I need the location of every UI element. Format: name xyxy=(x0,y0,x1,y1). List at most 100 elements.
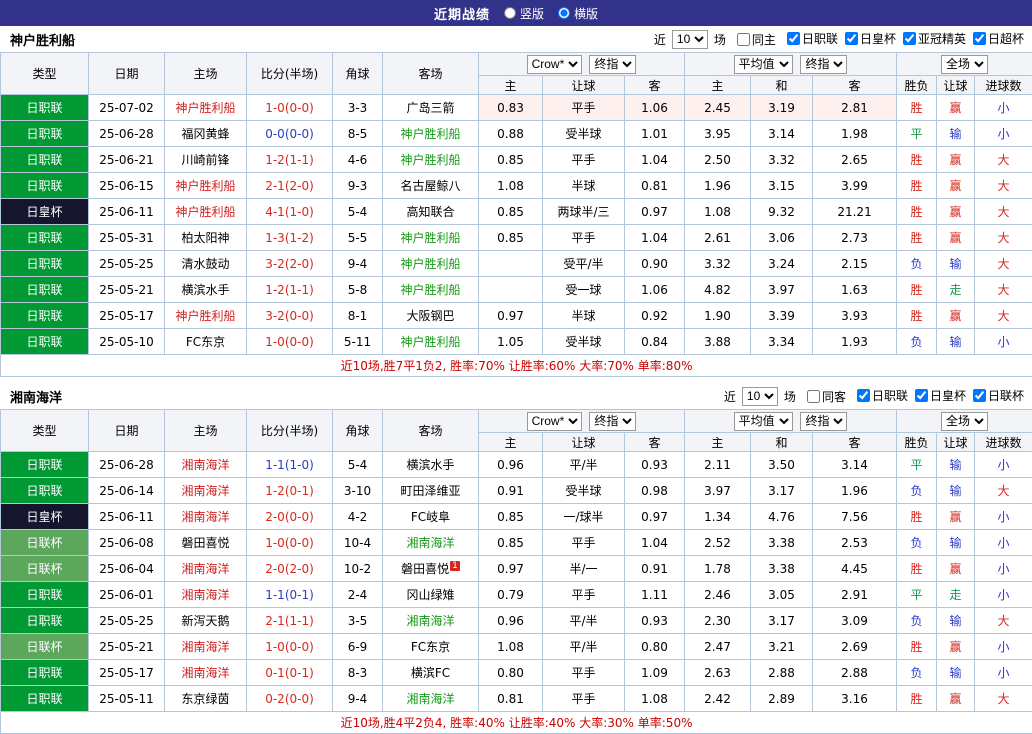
handicap-line-cell: 平手 xyxy=(543,660,625,686)
layout-vertical-option[interactable]: 竖版 xyxy=(504,5,544,22)
handicap-result-cell: 输 xyxy=(937,452,975,478)
date-cell: 25-05-17 xyxy=(89,660,165,686)
avg-home-odds-cell: 2.11 xyxy=(685,452,751,478)
avg-away-odds-cell: 2.65 xyxy=(813,147,897,173)
result-cell: 胜 xyxy=(897,277,937,303)
league-type-cell: 日职联 xyxy=(1,686,89,712)
corner-cell: 3-5 xyxy=(333,608,383,634)
result-cell: 胜 xyxy=(897,225,937,251)
league-checkbox[interactable] xyxy=(903,32,916,45)
vertical-layout-radio[interactable] xyxy=(504,7,516,19)
league-checkbox[interactable] xyxy=(973,32,986,45)
league-filter-option[interactable]: 日职联 xyxy=(857,387,908,404)
goals-result-cell: 大 xyxy=(975,147,1032,173)
final-index-select[interactable]: 终指 xyxy=(589,412,636,431)
league-type-cell: 日联杯 xyxy=(1,556,89,582)
same-venue-checkbox[interactable] xyxy=(737,33,750,46)
match-row: 日职联25-05-17神户胜利船3-2(0-0)8-1大阪钢巴0.97半球0.9… xyxy=(1,303,1032,329)
league-type-cell: 日职联 xyxy=(1,277,89,303)
handicap-home-odds-cell xyxy=(479,251,543,277)
home-team-cell: 横滨水手 xyxy=(165,277,247,303)
score-cell: 1-2(1-1) xyxy=(247,147,333,173)
handicap-odds-group-header: Crow* 终指 xyxy=(479,410,685,433)
league-checkbox[interactable] xyxy=(915,389,928,402)
average-select[interactable]: 平均值 xyxy=(734,412,793,431)
date-cell: 25-05-10 xyxy=(89,329,165,355)
col-away: 客场 xyxy=(383,410,479,452)
final-index-select[interactable]: 终指 xyxy=(589,55,636,74)
date-cell: 25-06-21 xyxy=(89,147,165,173)
avg-away-odds-cell: 2.53 xyxy=(813,530,897,556)
avg-draw-odds-cell: 3.21 xyxy=(751,634,813,660)
handicap-line-cell: 受平/半 xyxy=(543,251,625,277)
score-cell: 1-0(0-0) xyxy=(247,329,333,355)
handicap-home-odds-cell: 0.88 xyxy=(479,121,543,147)
home-team-cell: 神户胜利船 xyxy=(165,199,247,225)
score-cell: 1-1(0-1) xyxy=(247,582,333,608)
handicap-result-cell: 输 xyxy=(937,660,975,686)
handicap-result-cell: 赢 xyxy=(937,225,975,251)
match-count-select[interactable]: 10 xyxy=(742,387,778,406)
avg-draw-odds-cell: 3.38 xyxy=(751,556,813,582)
same-venue-checkbox[interactable] xyxy=(807,390,820,403)
header-row-groups: 类型 日期 主场 比分(半场) 角球 客场 Crow* 终指 平均值 终指 全场 xyxy=(1,410,1032,433)
handicap-away-odds-cell: 0.97 xyxy=(625,199,685,225)
avg-home-odds-cell: 2.30 xyxy=(685,608,751,634)
handicap-away-odds-cell: 1.11 xyxy=(625,582,685,608)
avg-home-odds-cell: 1.90 xyxy=(685,303,751,329)
league-label: 日超杯 xyxy=(988,30,1024,47)
league-checkbox[interactable] xyxy=(973,389,986,402)
handicap-away-odds-cell: 1.01 xyxy=(625,121,685,147)
goals-result-cell: 大 xyxy=(975,251,1032,277)
league-filter-option[interactable]: 日职联 xyxy=(787,30,838,47)
match-rows-1: 日职联25-06-28湘南海洋1-1(1-0)5-4横滨水手0.96平/半0.9… xyxy=(1,452,1032,712)
avg-draw-odds-cell: 9.32 xyxy=(751,199,813,225)
league-filter-option[interactable]: 亚冠精英 xyxy=(903,30,966,47)
subcol-avg-away: 客 xyxy=(813,76,897,95)
average-select[interactable]: 平均值 xyxy=(734,55,793,74)
league-checkbox[interactable] xyxy=(787,32,800,45)
date-cell: 25-05-21 xyxy=(89,634,165,660)
handicap-home-odds-cell: 0.96 xyxy=(479,452,543,478)
summary-row: 近10场,胜4平2负4, 胜率:40% 让胜率:40% 大率:30% 单率:50… xyxy=(1,712,1032,734)
league-filter-option[interactable]: 日超杯 xyxy=(973,30,1024,47)
league-filter-option[interactable]: 日皇杯 xyxy=(845,30,896,47)
match-row: 日职联25-05-21横滨水手1-2(1-1)5-8神户胜利船受一球1.064.… xyxy=(1,277,1032,303)
handicap-home-odds-cell: 1.08 xyxy=(479,634,543,660)
date-cell: 25-06-15 xyxy=(89,173,165,199)
horizontal-layout-radio[interactable] xyxy=(558,7,570,19)
match-count-select[interactable]: 10 xyxy=(672,30,708,49)
league-filter-option[interactable]: 日皇杯 xyxy=(915,387,966,404)
avg-draw-odds-cell: 3.97 xyxy=(751,277,813,303)
same-venue-filter[interactable]: 同主 xyxy=(737,31,776,48)
odds-company-select[interactable]: Crow* xyxy=(527,55,582,74)
match-row: 日职联25-06-28福冈黄蜂0-0(0-0)8-5神户胜利船0.88受半球1.… xyxy=(1,121,1032,147)
layout-horizontal-option[interactable]: 横版 xyxy=(558,5,598,22)
avg-away-odds-cell: 21.21 xyxy=(813,199,897,225)
league-filter-option[interactable]: 日联杯 xyxy=(973,387,1024,404)
league-label: 亚冠精英 xyxy=(918,30,966,47)
full-match-select[interactable]: 全场 xyxy=(941,55,988,74)
league-checkbox[interactable] xyxy=(845,32,858,45)
handicap-result-cell: 赢 xyxy=(937,199,975,225)
games-label: 场 xyxy=(714,31,726,48)
handicap-away-odds-cell: 1.09 xyxy=(625,660,685,686)
full-match-select[interactable]: 全场 xyxy=(941,412,988,431)
league-type-cell: 日职联 xyxy=(1,251,89,277)
league-type-cell: 日职联 xyxy=(1,329,89,355)
final-index-select[interactable]: 终指 xyxy=(800,55,847,74)
handicap-home-odds-cell: 0.79 xyxy=(479,582,543,608)
handicap-away-odds-cell: 1.04 xyxy=(625,530,685,556)
goals-result-cell: 小 xyxy=(975,556,1032,582)
away-team-cell: 湘南海洋 xyxy=(383,686,479,712)
odds-company-select[interactable]: Crow* xyxy=(527,412,582,431)
corner-cell: 2-4 xyxy=(333,582,383,608)
result-cell: 胜 xyxy=(897,634,937,660)
home-team-cell: 川崎前锋 xyxy=(165,147,247,173)
final-index-select[interactable]: 终指 xyxy=(800,412,847,431)
same-venue-filter[interactable]: 同客 xyxy=(807,388,846,405)
avg-draw-odds-cell: 3.14 xyxy=(751,121,813,147)
league-checkbox[interactable] xyxy=(857,389,870,402)
summary-text: 近10场,胜7平1负2, 胜率:70% 让胜率:60% 大率:70% 单率:80… xyxy=(1,355,1032,377)
handicap-home-odds-cell: 0.97 xyxy=(479,556,543,582)
